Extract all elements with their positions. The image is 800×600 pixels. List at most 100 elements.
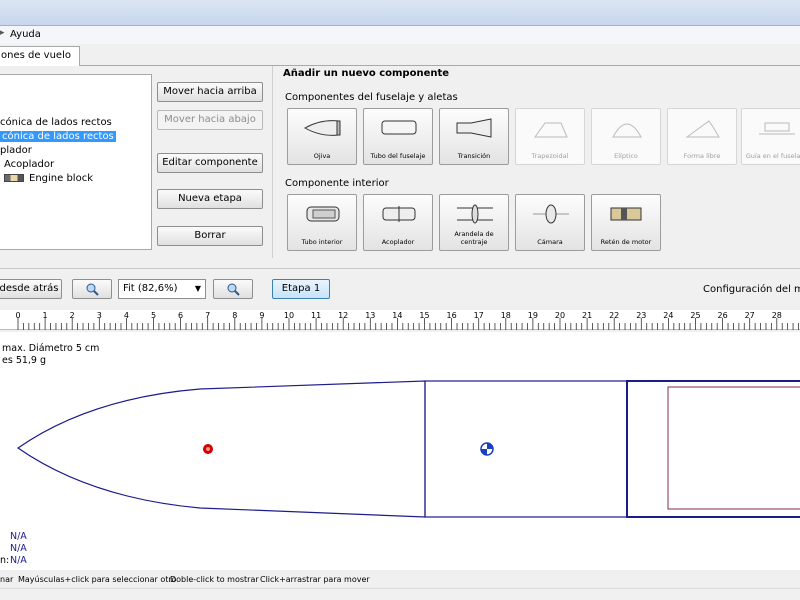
menu-help[interactable]: Ayuda <box>10 29 41 40</box>
nose-cone-icon <box>303 120 341 136</box>
new-stage-button[interactable]: Nueva etapa <box>157 189 263 209</box>
move-up-button[interactable]: Mover hacia arriba <box>157 82 263 102</box>
view-toolbar: desde atrás Fit (82,6%) ▼ Etapa 1 Config… <box>0 268 800 308</box>
tree-node-label: Engine block <box>29 173 93 184</box>
component-label: Guía en el fuselaje <box>745 152 800 160</box>
cp-value: N/A <box>10 555 27 566</box>
elliptical-fin-icon <box>612 123 642 138</box>
tree-node-nose-cone[interactable]: cónica de lados rectos <box>0 117 112 128</box>
zoom-in-button[interactable] <box>213 279 253 299</box>
bulkhead-button[interactable]: Cámara <box>515 194 585 251</box>
trapezoidal-fin-button[interactable]: Trapezoidal <box>515 108 585 165</box>
ruler-tick-label: 20 <box>555 311 565 320</box>
ruler-tick-label: 17 <box>474 311 484 320</box>
ruler-tick-label: 22 <box>609 311 619 320</box>
status-hint-shift-click: Mayúsculas+click para seleccionar otro <box>18 575 177 584</box>
rocket-drawing <box>16 380 800 518</box>
coupler-icon <box>382 206 416 222</box>
ruler-tick-label: 7 <box>205 311 210 320</box>
ruler-tick-label: 12 <box>338 311 348 320</box>
bulkhead-icon <box>533 204 569 224</box>
status-hint-double-click: Doble-click to mostrar <box>170 575 259 584</box>
tree-node-label: plador <box>0 145 32 156</box>
freeform-fin-icon <box>685 120 720 138</box>
body-tube-button[interactable]: Tubo del fuselaje <box>363 108 433 165</box>
ruler-tick-label: 10 <box>284 311 294 320</box>
tab-flight-configurations[interactable]: ones de vuelo <box>0 46 80 66</box>
component-tree[interactable]: cónica de lados rectos cónica de lados r… <box>0 74 152 250</box>
ruler-tick-label: 16 <box>447 311 457 320</box>
ruler-tick-label: 9 <box>259 311 264 320</box>
add-component-title: Añadir un nuevo componente <box>283 68 450 79</box>
ruler-tick-label: 25 <box>690 311 700 320</box>
body-tube-outline <box>424 380 628 518</box>
elliptical-fin-button[interactable]: Elíptico <box>591 108 661 165</box>
delete-button[interactable]: Borrar <box>157 226 263 246</box>
centering-ring-icon <box>457 204 493 224</box>
move-down-button[interactable]: Mover hacia abajo <box>157 110 263 130</box>
launch-lug-button[interactable]: Guía en el fuselaje <box>741 108 800 165</box>
tree-node-label: cónica de lados rectos <box>0 117 112 128</box>
status-hint-drag: Click+arrastrar para mover <box>260 575 370 584</box>
ruler-tick-label: 13 <box>365 311 375 320</box>
tree-node-selected[interactable]: cónica de lados rectos <box>0 131 116 142</box>
selected-component-outline[interactable] <box>626 380 800 518</box>
ruler: 0 1 2 3 4 5 6 7 8 9 10 11 12 13 14 15 16 17 18 19 20 21 22 23 24… <box>0 310 800 330</box>
transition-button[interactable]: Transición <box>439 108 509 165</box>
menu-arrow-icon: ▸ <box>0 28 5 38</box>
ruler-tick-label: 18 <box>501 311 511 320</box>
ruler-ticks: 0 1 2 3 4 5 6 7 8 9 10 11 12 13 14 15 16 17 18 19 20 21 22 23 24… <box>15 311 799 330</box>
ruler-tick-label: 11 <box>311 311 321 320</box>
body-tube-icon <box>381 120 417 135</box>
window-title-bar <box>0 0 800 26</box>
tree-node-coupler[interactable]: Acoplador <box>4 159 54 170</box>
ruler-tick-label: 21 <box>582 311 592 320</box>
menu-bar: ▸ Ayuda <box>0 26 800 44</box>
ruler-tick-label: 23 <box>636 311 646 320</box>
tab-strip: ones de vuelo <box>0 44 800 66</box>
tree-node-label: Acoplador <box>4 159 55 170</box>
tree-node-engine-block[interactable]: Engine block <box>4 173 93 184</box>
centering-ring-button[interactable]: Arandela de centraje <box>439 194 509 251</box>
ruler-tick-label: 4 <box>124 311 129 320</box>
component-label: Tubo del fuselaje <box>370 152 426 160</box>
engine-block-icon <box>4 174 24 182</box>
nose-cone-button[interactable]: Ojiva <box>287 108 357 165</box>
view-type-button[interactable]: desde atrás <box>0 279 62 299</box>
inner-component-outline <box>667 386 800 510</box>
trapezoidal-fin-icon <box>534 122 568 138</box>
ruler-tick-label: 28 <box>772 311 782 320</box>
component-label: Trapezoidal <box>531 152 569 160</box>
cg-marker-icon <box>480 442 494 456</box>
zoom-out-button[interactable] <box>72 279 112 299</box>
ruler-tick-label: 6 <box>178 311 183 320</box>
freeform-fin-button[interactable]: Forma libre <box>667 108 737 165</box>
component-label: Ojiva <box>313 152 331 160</box>
ruler-tick-label: 15 <box>419 311 429 320</box>
zoom-select[interactable]: Fit (82,6%) ▼ <box>118 279 206 299</box>
component-label: Arandela de centraje <box>454 230 494 246</box>
inner-tube-button[interactable]: Tubo interior <box>287 194 357 251</box>
status-hint-select: nar <box>0 575 14 584</box>
ruler-tick-label: 14 <box>392 311 402 320</box>
engine-block-button[interactable]: Retén de motor <box>591 194 661 251</box>
ruler-tick-label: 0 <box>15 311 20 320</box>
tree-node-label: cónica de lados rectos <box>0 131 116 142</box>
component-label: Elíptico <box>614 152 638 160</box>
window-bottom-edge <box>0 588 800 600</box>
ruler-tick-label: 27 <box>745 311 755 320</box>
dropdown-arrow-icon: ▼ <box>194 284 201 293</box>
ruler-tick-label: 8 <box>232 311 237 320</box>
cp-marker-center <box>206 447 210 451</box>
stage-1-button[interactable]: Etapa 1 <box>272 279 330 299</box>
stability-value: N/A <box>10 531 27 542</box>
rocket-design-canvas[interactable]: max. Diámetro 5 cm es 51,9 g N/A N/A n: … <box>0 332 800 570</box>
component-label: Transición <box>457 152 491 160</box>
coupler-button[interactable]: Acoplador <box>363 194 433 251</box>
zoom-value: Fit (82,6%) <box>123 283 178 294</box>
motor-config-label: Configuración del motor <box>703 284 800 295</box>
tree-node-coupler-group[interactable]: plador <box>0 145 32 156</box>
edit-component-button[interactable]: Editar componente <box>157 153 263 173</box>
inner-components-heading: Componente interior <box>285 178 389 189</box>
launch-lug-icon <box>759 122 795 135</box>
